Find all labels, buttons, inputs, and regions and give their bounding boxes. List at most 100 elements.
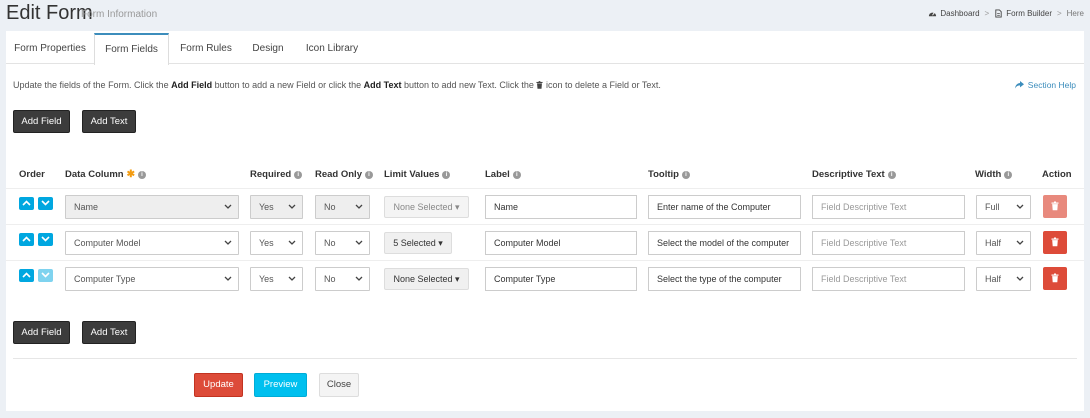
move-up-button[interactable] xyxy=(19,269,34,282)
table-row: Computer Model Yes No 5 Selected ▾ Compu… xyxy=(6,224,1084,260)
header-width: Width i xyxy=(975,169,1013,180)
chevron-down-icon xyxy=(355,276,363,281)
trash-icon xyxy=(1051,237,1059,247)
width-select[interactable]: Half xyxy=(976,231,1031,255)
trash-icon xyxy=(1051,201,1059,211)
width-select[interactable]: Full xyxy=(976,195,1031,219)
label-input[interactable]: Computer Model xyxy=(485,231,637,255)
chevron-down-icon xyxy=(288,276,296,281)
header-required: Required i xyxy=(250,169,303,180)
close-button[interactable]: Close xyxy=(319,373,359,397)
preview-button[interactable]: Preview xyxy=(254,373,307,397)
info-icon: i xyxy=(442,170,451,179)
label-input[interactable]: Computer Type xyxy=(485,267,637,291)
width-select[interactable]: Half xyxy=(976,267,1031,291)
info-icon: i xyxy=(365,170,373,179)
move-down-button[interactable] xyxy=(38,233,53,246)
chevron-down-icon xyxy=(224,276,232,281)
header-action: Action xyxy=(1042,169,1072,180)
share-arrow-icon xyxy=(1014,81,1024,89)
limit-values-multiselect[interactable]: None Selected ▾ xyxy=(384,196,469,218)
caret-down-icon: ▾ xyxy=(455,202,460,212)
required-select[interactable]: Yes xyxy=(250,267,303,291)
chevron-down-icon xyxy=(41,272,50,278)
tab-form-properties[interactable]: Form Properties xyxy=(6,33,94,64)
header-label: Label i xyxy=(485,169,521,180)
caret-down-icon: ▾ xyxy=(455,274,460,284)
breadcrumb-separator-icon: > xyxy=(1056,9,1062,18)
caret-down-icon: ▾ xyxy=(438,238,443,248)
move-down-button[interactable] xyxy=(38,269,53,282)
breadcrumb: Dashboard > Form Builder > Here xyxy=(928,9,1084,18)
header-read-only: Read Only i xyxy=(315,169,373,180)
chevron-down-icon xyxy=(1016,240,1024,245)
header-limit-values: Limit Values i xyxy=(384,169,451,180)
add-field-button-top[interactable]: Add Field xyxy=(13,110,70,133)
tab-form-rules[interactable]: Form Rules xyxy=(169,33,243,64)
add-text-button-bottom[interactable]: Add Text xyxy=(82,321,136,344)
tab-icon-library[interactable]: Icon Library xyxy=(293,33,371,64)
tab-form-fields[interactable]: Form Fields xyxy=(94,33,169,65)
file-icon xyxy=(995,9,1002,18)
chevron-down-icon xyxy=(224,204,232,209)
header-descriptive-text: Descriptive Text i xyxy=(812,169,896,180)
required-select[interactable]: Yes xyxy=(250,231,303,255)
chevron-down-icon xyxy=(1016,204,1024,209)
read-only-select[interactable]: No xyxy=(315,231,370,255)
move-down-button[interactable] xyxy=(38,197,53,210)
chevron-down-icon xyxy=(41,236,50,242)
breadcrumb-separator-icon: > xyxy=(984,9,990,18)
table-row: Name Yes No None Selected ▾ Name Enter n… xyxy=(6,188,1084,224)
descriptive-text-input[interactable]: Field Descriptive Text xyxy=(812,231,965,255)
table-row: Computer Type Yes No None Selected ▾ Com… xyxy=(6,260,1084,296)
info-icon: i xyxy=(1004,170,1013,179)
limit-values-multiselect[interactable]: 5 Selected ▾ xyxy=(384,232,452,254)
chevron-up-icon xyxy=(22,272,31,278)
add-text-button-top[interactable]: Add Text xyxy=(82,110,136,133)
delete-field-button[interactable] xyxy=(1043,231,1067,254)
read-only-select[interactable]: No xyxy=(315,195,370,219)
limit-values-multiselect[interactable]: None Selected ▾ xyxy=(384,268,469,290)
chevron-down-icon xyxy=(41,200,50,206)
tooltip-input[interactable]: Enter name of the Computer xyxy=(648,195,801,219)
info-icon: i xyxy=(512,170,521,179)
page-subtitle: Form Information xyxy=(81,9,158,20)
required-star-icon: ✱ xyxy=(126,168,135,180)
label-input[interactable]: Name xyxy=(485,195,637,219)
header-data-column: Data Column ✱ i xyxy=(65,169,146,180)
move-up-button[interactable] xyxy=(19,233,34,246)
chevron-down-icon xyxy=(355,204,363,209)
instructions-text: Update the fields of the Form. Click the… xyxy=(13,80,661,90)
tab-design[interactable]: Design xyxy=(243,33,293,64)
info-icon: i xyxy=(294,170,303,179)
data-column-select[interactable]: Name xyxy=(65,195,239,219)
info-icon: i xyxy=(681,170,690,179)
trash-icon xyxy=(1051,273,1059,283)
data-column-select[interactable]: Computer Type xyxy=(65,267,239,291)
breadcrumb-dashboard[interactable]: Dashboard xyxy=(940,9,979,18)
info-icon: i xyxy=(887,170,896,179)
update-button[interactable]: Update xyxy=(194,373,243,397)
divider xyxy=(13,358,1077,359)
tooltip-input[interactable]: Select the type of the computer xyxy=(648,267,801,291)
breadcrumb-form-builder[interactable]: Form Builder xyxy=(1006,9,1052,18)
content-header: Edit Form Form Information Dashboard > F… xyxy=(0,0,1090,30)
section-help-link[interactable]: Section Help xyxy=(1014,80,1076,90)
tooltip-input[interactable]: Select the model of the computer xyxy=(648,231,801,255)
delete-field-button[interactable] xyxy=(1043,267,1067,290)
read-only-select[interactable]: No xyxy=(315,267,370,291)
chevron-up-icon xyxy=(22,236,31,242)
data-column-select[interactable]: Computer Model xyxy=(65,231,239,255)
chevron-up-icon xyxy=(22,200,31,206)
form-editor-panel: Form Properties Form Fields Form Rules D… xyxy=(6,31,1084,411)
chevron-down-icon xyxy=(288,204,296,209)
descriptive-text-input[interactable]: Field Descriptive Text xyxy=(812,267,965,291)
chevron-down-icon xyxy=(288,240,296,245)
chevron-down-icon xyxy=(1016,276,1024,281)
add-field-button-bottom[interactable]: Add Field xyxy=(13,321,70,344)
move-up-button[interactable] xyxy=(19,197,34,210)
tab-bar: Form Properties Form Fields Form Rules D… xyxy=(6,33,1084,65)
descriptive-text-input[interactable]: Field Descriptive Text xyxy=(812,195,965,219)
required-select[interactable]: Yes xyxy=(250,195,303,219)
delete-field-button[interactable] xyxy=(1043,195,1067,218)
